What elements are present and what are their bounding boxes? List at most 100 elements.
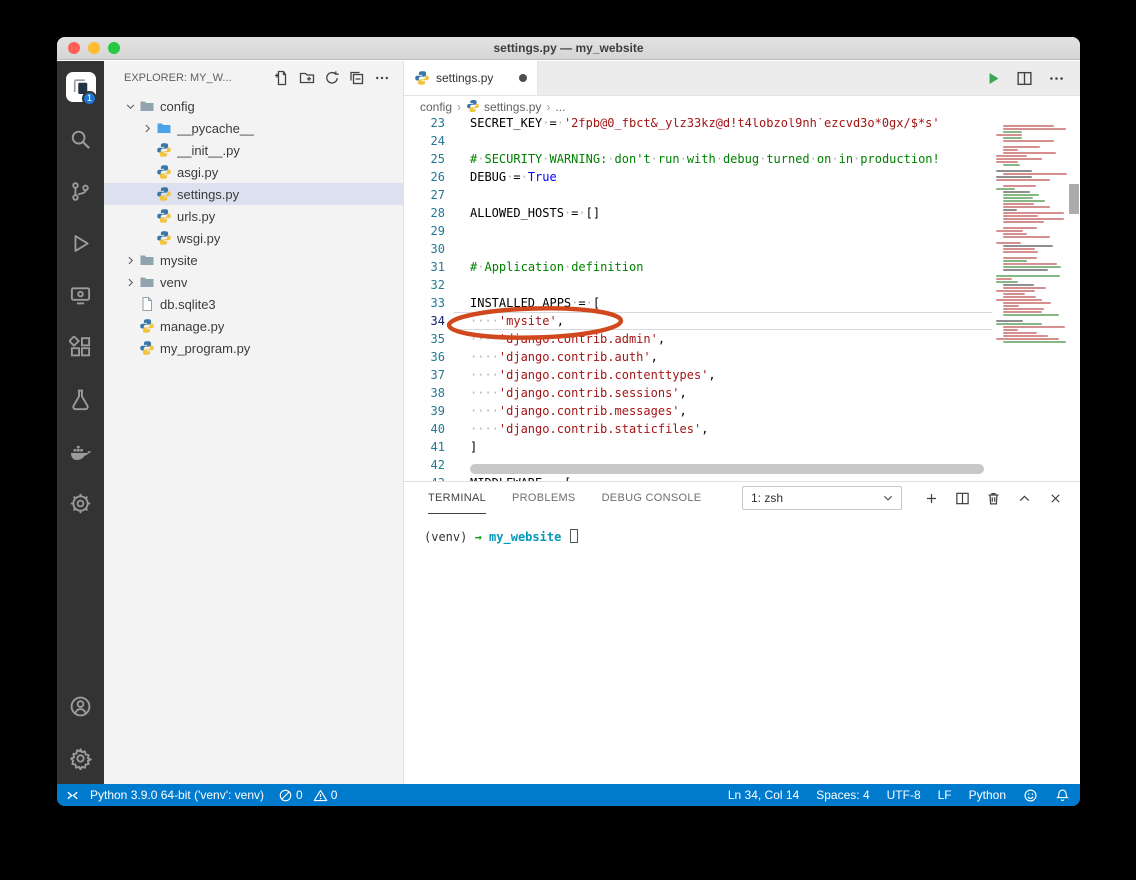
minimap-line xyxy=(1003,131,1022,133)
tab-label: settings.py xyxy=(436,71,493,85)
activity-search-icon[interactable] xyxy=(57,113,104,165)
feedback-icon[interactable] xyxy=(1023,788,1038,803)
run-button[interactable] xyxy=(984,70,1001,87)
activity-extensions-icon[interactable] xyxy=(57,321,104,373)
code-line-32[interactable]: 32 xyxy=(404,276,992,294)
code-line-36[interactable]: 36····'django.contrib.auth', xyxy=(404,348,992,366)
panel-tab-problems[interactable]: PROBLEMS xyxy=(512,482,576,514)
activity-settings-icon[interactable] xyxy=(57,732,104,784)
activity-testing-icon[interactable] xyxy=(57,373,104,425)
code-line-35[interactable]: 35····'django.contrib.admin', xyxy=(404,330,992,348)
tree-item-config[interactable]: config xyxy=(104,95,403,117)
new-file-button[interactable] xyxy=(271,67,293,89)
code-line-28[interactable]: 28ALLOWED_HOSTS·=·[] xyxy=(404,204,992,222)
minimap-line xyxy=(996,323,1042,325)
close-panel-button[interactable] xyxy=(1044,487,1066,509)
code-line-24[interactable]: 24 xyxy=(404,132,992,150)
split-editor-button[interactable] xyxy=(1016,70,1033,87)
code-line-43[interactable]: 43MIDDLEWARE·=·[ xyxy=(404,474,992,481)
code-line-37[interactable]: 37····'django.contrib.contenttypes', xyxy=(404,366,992,384)
vertical-scrollbar-thumb[interactable] xyxy=(1069,184,1079,214)
code-line-30[interactable]: 30 xyxy=(404,240,992,258)
warning-count: 0 xyxy=(331,788,338,802)
new-terminal-button[interactable] xyxy=(920,487,942,509)
code-line-34[interactable]: 34····'mysite', xyxy=(404,312,992,330)
panel-tab-terminal[interactable]: TERMINAL xyxy=(428,482,486,514)
activity-run-debug-icon[interactable] xyxy=(57,217,104,269)
breadcrumb-item-...[interactable]: ... xyxy=(555,100,565,114)
tree-item-asgi.py[interactable]: asgi.py xyxy=(104,161,403,183)
terminal-shell-select[interactable]: 1: zsh xyxy=(742,486,902,510)
status-item-python[interactable]: Python xyxy=(969,788,1006,802)
vertical-scrollbar[interactable] xyxy=(1068,118,1080,481)
remote-indicator-icon[interactable] xyxy=(65,788,80,803)
activity-explorer-icon[interactable]: 1 xyxy=(57,61,104,113)
code-line-23[interactable]: 23SECRET_KEY·=·'2fpb@0_fbct&_ylz33kz@d!t… xyxy=(404,118,992,132)
status-item-spaces-4[interactable]: Spaces: 4 xyxy=(816,788,869,802)
minimap-line xyxy=(1003,215,1038,217)
new-folder-button[interactable] xyxy=(296,67,318,89)
more-button[interactable] xyxy=(371,67,393,89)
tree-item-__pycache__[interactable]: __pycache__ xyxy=(104,117,403,139)
python-interpreter-status[interactable]: Python 3.9.0 64-bit ('venv': venv) xyxy=(90,788,264,802)
status-item-utf-8[interactable]: UTF-8 xyxy=(887,788,921,802)
tree-item-mysite[interactable]: mysite xyxy=(104,249,403,271)
maximize-panel-button[interactable] xyxy=(1013,487,1035,509)
minimap[interactable] xyxy=(992,118,1068,481)
breadcrumb-item-config[interactable]: config xyxy=(420,100,452,114)
code-line-38[interactable]: 38····'django.contrib.sessions', xyxy=(404,384,992,402)
code-line-25[interactable]: 25#·SECURITY·WARNING:·don't·run·with·deb… xyxy=(404,150,992,168)
tree-item-urls.py[interactable]: urls.py xyxy=(104,205,403,227)
close-window-button[interactable] xyxy=(68,42,80,54)
code-line-29[interactable]: 29 xyxy=(404,222,992,240)
status-item-ln-34-col-14[interactable]: Ln 34, Col 14 xyxy=(728,788,799,802)
minimap-line xyxy=(1003,221,1044,223)
kill-terminal-button[interactable] xyxy=(982,487,1004,509)
breadcrumb-label: settings.py xyxy=(484,100,541,114)
breadcrumb-item-settings.py[interactable]: settings.py xyxy=(466,99,541,116)
minimap-line xyxy=(1003,263,1057,265)
tree-item-db.sqlite3[interactable]: db.sqlite3 xyxy=(104,293,403,315)
activity-docker-icon[interactable] xyxy=(57,425,104,477)
split-terminal-button[interactable] xyxy=(951,487,973,509)
bell-icon[interactable] xyxy=(1055,788,1070,803)
code-line-31[interactable]: 31#·Application·definition xyxy=(404,258,992,276)
activity-source-control-icon[interactable] xyxy=(57,165,104,217)
minimap-line xyxy=(1003,326,1065,328)
code-line-26[interactable]: 26DEBUG·=·True xyxy=(404,168,992,186)
code-line-40[interactable]: 40····'django.contrib.staticfiles', xyxy=(404,420,992,438)
code-line-33[interactable]: 33INSTALLED_APPS·=·[ xyxy=(404,294,992,312)
modified-dot-icon[interactable] xyxy=(519,74,527,82)
zoom-window-button[interactable] xyxy=(108,42,120,54)
refresh-button[interactable] xyxy=(321,67,343,89)
code-line-27[interactable]: 27 xyxy=(404,186,992,204)
activity-gear-extension-icon[interactable] xyxy=(57,477,104,529)
tree-item-__init__.py[interactable]: __init__.py xyxy=(104,139,403,161)
horizontal-scrollbar-thumb[interactable] xyxy=(470,464,984,474)
tree-item-my_program.py[interactable]: my_program.py xyxy=(104,337,403,359)
tree-item-venv[interactable]: venv xyxy=(104,271,403,293)
minimap-line xyxy=(1003,332,1037,334)
line-content xyxy=(454,222,992,240)
minimize-window-button[interactable] xyxy=(88,42,100,54)
line-number: 24 xyxy=(404,132,454,150)
activity-remote-explorer-icon[interactable] xyxy=(57,269,104,321)
tree-item-manage.py[interactable]: manage.py xyxy=(104,315,403,337)
tree-item-settings.py[interactable]: settings.py xyxy=(104,183,403,205)
line-content xyxy=(454,186,992,204)
activity-badge: 1 xyxy=(82,91,97,106)
tab-settings-py[interactable]: settings.py xyxy=(404,61,538,95)
tree-item-wsgi.py[interactable]: wsgi.py xyxy=(104,227,403,249)
code-line-39[interactable]: 39····'django.contrib.messages', xyxy=(404,402,992,420)
minimap-line xyxy=(992,239,1068,241)
code-editor[interactable]: 23SECRET_KEY·=·'2fpb@0_fbct&_ylz33kz@d!t… xyxy=(404,118,1080,481)
terminal-prompt-segment: my_website xyxy=(489,530,561,544)
terminal[interactable]: (venv) → my_website xyxy=(404,514,1080,544)
code-line-41[interactable]: 41] xyxy=(404,438,992,456)
more-button[interactable] xyxy=(1048,70,1065,87)
status-item-lf[interactable]: LF xyxy=(938,788,952,802)
collapse-all-button[interactable] xyxy=(346,67,368,89)
activity-account-icon[interactable] xyxy=(57,680,104,732)
problems-status[interactable]: 0 0 xyxy=(278,788,343,802)
panel-tab-debug-console[interactable]: DEBUG CONSOLE xyxy=(602,482,702,514)
